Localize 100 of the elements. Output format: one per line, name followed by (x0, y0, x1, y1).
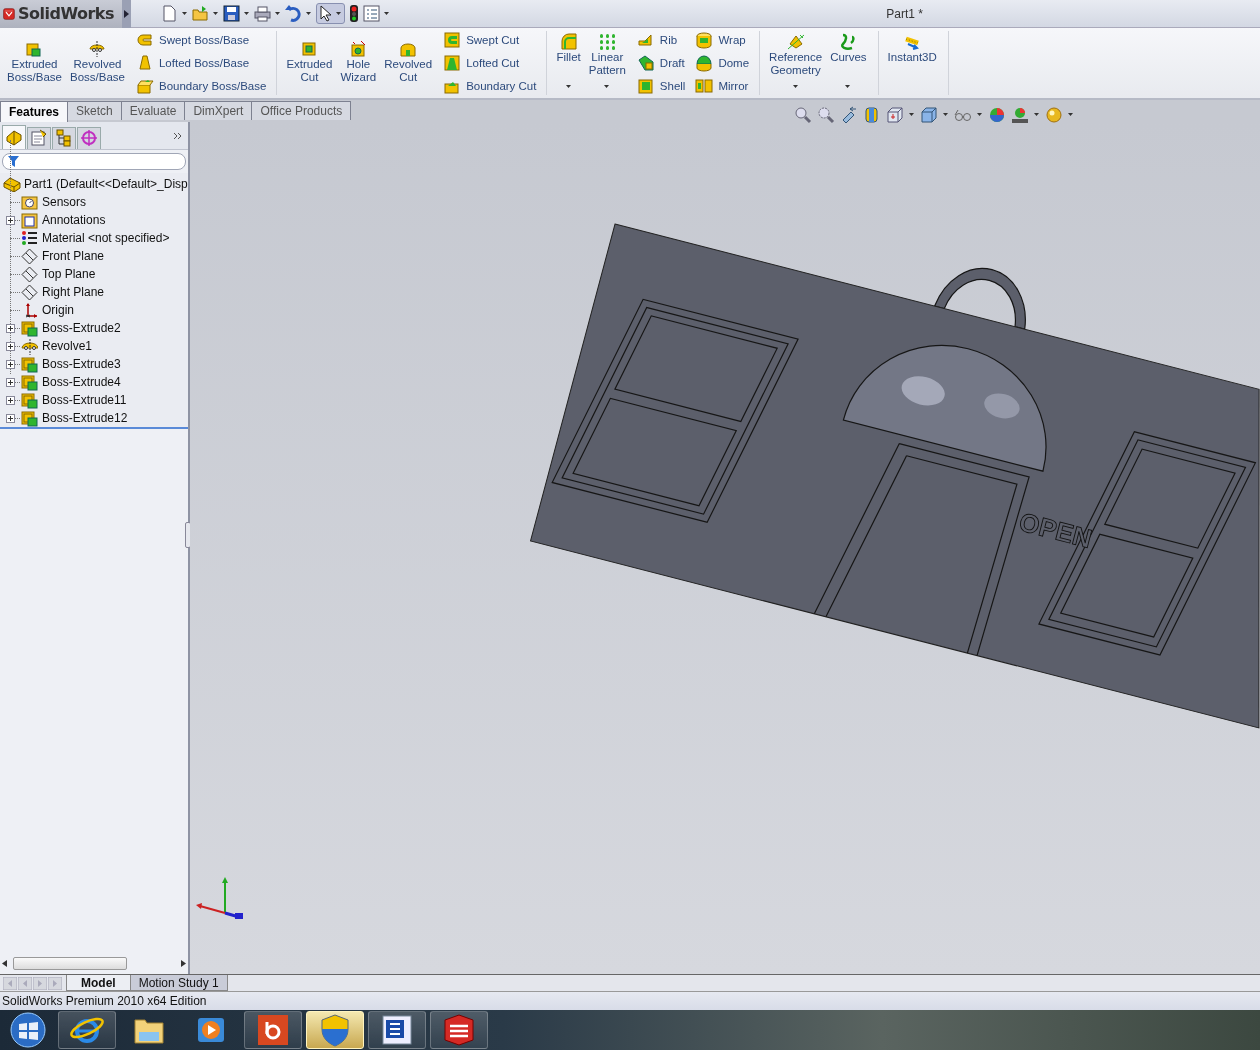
ribbon-command[interactable]: Wrap (693, 31, 752, 50)
expand-toggle[interactable] (6, 359, 15, 369)
ribbon-command[interactable]: Shell (634, 76, 688, 95)
tree-item[interactable]: Boss-Extrude3 (42, 356, 121, 371)
expand-toggle[interactable] (6, 413, 15, 423)
manager-tab[interactable] (2, 124, 26, 149)
ribbon-command[interactable]: Lofted Boss/Base (133, 53, 269, 73)
manager-tab[interactable] (27, 126, 51, 149)
tree-item[interactable]: Boss-Extrude2 (42, 320, 121, 335)
bottom-tab[interactable]: Model (66, 975, 131, 992)
feature-icon (399, 40, 418, 58)
ribbon-command[interactable]: Swept Boss/Base (133, 31, 269, 50)
command-tab[interactable]: DimXpert (184, 100, 253, 120)
feature-icon (786, 33, 805, 51)
revolve-icon (21, 337, 38, 355)
ribbon-command[interactable]: Swept Cut (441, 31, 539, 50)
expand-toggle[interactable] (6, 323, 15, 333)
open-folder-icon[interactable] (192, 5, 209, 22)
display-style-icon[interactable] (920, 105, 938, 124)
tree-item[interactable]: Boss-Extrude12 (42, 410, 128, 425)
command-tab[interactable]: Evaluate (120, 100, 186, 120)
tree-item[interactable]: Front Plane (42, 248, 105, 263)
expand-toggle[interactable] (6, 377, 15, 387)
menu-arrow-icon[interactable] (124, 9, 129, 18)
ribbon-command[interactable]: Extruded Cut (283, 31, 336, 95)
crosshair-icon (80, 129, 98, 148)
feature-icon (636, 76, 655, 95)
tree-item[interactable]: Revolve1 (42, 338, 93, 353)
light-bulb-icon[interactable] (1045, 105, 1063, 124)
ribbon-command[interactable]: Boundary Cut (441, 76, 539, 95)
plane-icon (21, 247, 38, 265)
start-orb-icon (8, 1010, 48, 1050)
zoom-fit-icon[interactable] (794, 105, 812, 124)
tree-item[interactable]: Right Plane (42, 284, 105, 299)
manager-tab[interactable] (77, 126, 101, 149)
dropdown-caret-icon (384, 11, 390, 16)
ribbon-command[interactable]: Curves (827, 31, 870, 95)
traffic-light-icon[interactable] (349, 5, 359, 22)
ribbon-command[interactable]: Extruded Boss/Base (4, 31, 65, 95)
expand-chevron-icon[interactable] (173, 132, 183, 141)
ribbon-command[interactable]: Hole Wizard (337, 31, 380, 95)
ribbon-command[interactable]: Revolved Boss/Base (67, 31, 128, 95)
property-sheet-icon (30, 129, 48, 148)
ribbon-command[interactable]: Lofted Cut (441, 53, 539, 73)
ribbon-command[interactable]: Linear Pattern (585, 31, 629, 95)
previous-view-icon[interactable] (840, 105, 858, 124)
save-icon[interactable] (223, 5, 240, 22)
configuration-icon (55, 129, 73, 148)
extrude-icon (21, 373, 38, 391)
print-icon[interactable] (254, 5, 271, 22)
previous-icon (18, 976, 32, 990)
window-title: Part1 * (886, 6, 923, 21)
tree-item[interactable]: Material <not specified> (42, 230, 170, 245)
annotations-icon (21, 211, 38, 229)
tree-item[interactable]: Boss-Extrude11 (42, 392, 127, 407)
extrude-icon (21, 355, 38, 373)
tree-item[interactable]: Annotations (42, 212, 106, 227)
ribbon-command[interactable]: Boundary Boss/Base (133, 76, 269, 95)
dropdown-caret-icon (306, 11, 312, 16)
section-view-icon[interactable] (863, 105, 881, 124)
zoom-area-icon[interactable] (817, 105, 835, 124)
ribbon-command[interactable]: Mirror (693, 76, 752, 95)
expand-toggle[interactable] (6, 215, 15, 225)
command-tab[interactable]: Sketch (67, 100, 122, 120)
ribbon-command[interactable]: Dome (693, 53, 752, 73)
select-button[interactable] (316, 3, 345, 24)
command-tab[interactable]: Office Products (251, 100, 352, 120)
ribbon-command[interactable]: Instant3D (884, 31, 940, 95)
manager-tab[interactable] (52, 126, 76, 149)
dropdown-caret-icon (244, 11, 250, 16)
expand-toggle[interactable] (6, 341, 15, 351)
feature-icon (695, 54, 714, 72)
tree-item[interactable]: Part1 (Default<<Default>_Disp (0, 174, 188, 193)
material-icon (21, 229, 38, 247)
undo-icon[interactable] (285, 5, 302, 22)
feature-icon (300, 40, 319, 58)
ribbon-command[interactable]: Draft (634, 53, 688, 73)
tree-item[interactable]: Origin (42, 302, 74, 317)
tree-item[interactable]: Top Plane (42, 266, 96, 281)
feature-icon (695, 76, 714, 95)
bottom-tab[interactable]: Motion Study 1 (129, 975, 228, 992)
ribbon-command[interactable]: Rib (634, 31, 688, 50)
ribbon-command[interactable]: Fillet (553, 31, 584, 95)
scene-icon[interactable] (1011, 105, 1029, 124)
new-document-icon[interactable] (161, 5, 178, 22)
next-icon (33, 976, 47, 990)
ribbon-command[interactable]: Revolved Cut (381, 31, 436, 95)
ribbon-command[interactable]: Reference Geometry (766, 31, 826, 95)
filter-field[interactable] (2, 152, 186, 170)
horizontal-scrollbar[interactable] (2, 956, 186, 971)
tree-item[interactable]: Boss-Extrude4 (42, 374, 121, 389)
feature-icon (839, 33, 858, 51)
dropdown-caret-icon (943, 112, 949, 117)
dropdown-caret-icon (182, 11, 188, 16)
command-tab[interactable]: Features (0, 100, 69, 122)
appearance-icon[interactable] (988, 105, 1006, 124)
tree-item[interactable]: Sensors (42, 194, 87, 209)
view-orientation-icon[interactable] (886, 105, 904, 124)
expand-toggle[interactable] (6, 395, 15, 405)
pointer-icon (319, 5, 333, 22)
